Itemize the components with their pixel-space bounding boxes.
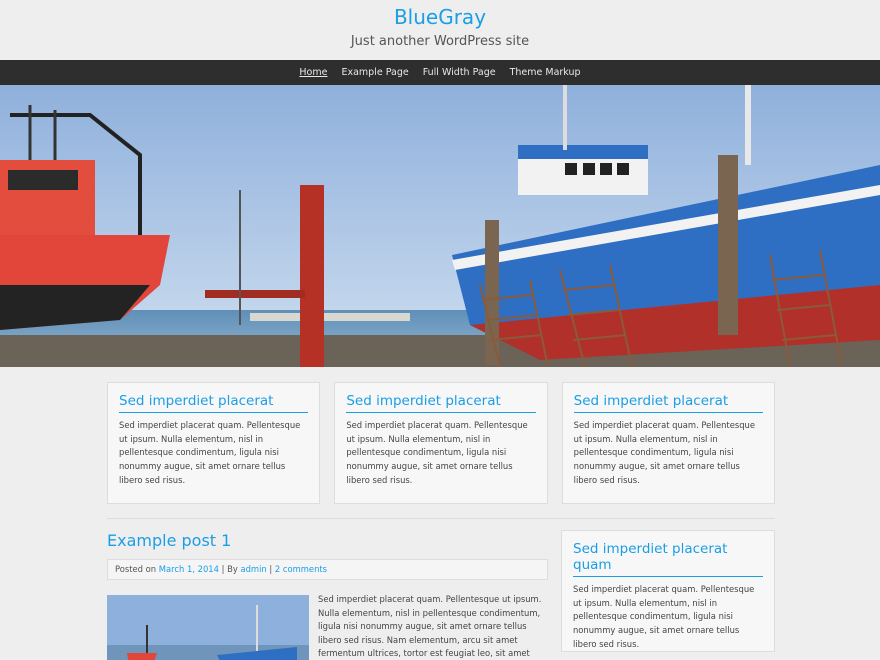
sidebar: Sed imperdiet placerat quam Sed imperdie… (561, 530, 775, 660)
content-area: Example post 1 Posted on March 1, 2014 |… (107, 519, 775, 660)
nav-item-example-page[interactable]: Example Page (341, 67, 408, 78)
widget-title: Sed imperdiet placerat (346, 393, 536, 413)
comments-link[interactable]: 2 comments (275, 564, 327, 574)
widget-card: Sed imperdiet placerat Sed imperdiet pla… (334, 382, 548, 504)
sidebar-widget-title: Sed imperdiet placerat quam (573, 541, 763, 577)
widget-title: Sed imperdiet placerat (573, 393, 763, 413)
by-label: | By (221, 564, 238, 574)
widget-text: Sed imperdiet placerat quam. Pellentesqu… (573, 420, 755, 485)
site-title[interactable]: BlueGray (0, 5, 880, 29)
site-header: BlueGray Just another WordPress site (0, 0, 880, 60)
widget-card: Sed imperdiet placerat Sed imperdiet pla… (561, 382, 775, 504)
widget-card: Sed imperdiet placerat Sed imperdiet pla… (107, 382, 321, 504)
sidebar-widget-text: Sed imperdiet placerat quam. Pellentesqu… (573, 584, 755, 649)
nav-item-theme-markup[interactable]: Theme Markup (510, 67, 581, 78)
meta-separator: | (269, 564, 273, 574)
posted-on-label: Posted on (115, 564, 157, 574)
post-date-link[interactable]: March 1, 2014 (159, 564, 219, 574)
nav-item-home[interactable]: Home (299, 67, 327, 78)
widget-text: Sed imperdiet placerat quam. Pellentesqu… (346, 420, 528, 485)
widget-row: Sed imperdiet placerat Sed imperdiet pla… (107, 382, 775, 504)
post-article: Example post 1 Posted on March 1, 2014 |… (107, 519, 548, 660)
header-image (0, 85, 880, 367)
harbor-boats-image (0, 85, 880, 367)
post-thumbnail[interactable] (107, 595, 309, 660)
author-link[interactable]: admin (240, 564, 266, 574)
sidebar-widget: Sed imperdiet placerat quam Sed imperdie… (561, 530, 775, 652)
post-meta: Posted on March 1, 2014 | By admin | 2 c… (107, 559, 548, 580)
post-thumbnail-image (107, 595, 309, 660)
post-title[interactable]: Example post 1 (107, 531, 548, 550)
main-navigation: Home Example Page Full Width Page Theme … (0, 60, 880, 85)
widget-text: Sed imperdiet placerat quam. Pellentesqu… (119, 420, 301, 485)
post-body: Sed imperdiet placerat quam. Pellentesqu… (107, 594, 548, 660)
widget-title: Sed imperdiet placerat (119, 393, 309, 413)
post-excerpt: Sed imperdiet placerat quam. Pellentesqu… (318, 594, 542, 658)
nav-item-full-width-page[interactable]: Full Width Page (423, 67, 496, 78)
site-tagline: Just another WordPress site (350, 34, 530, 49)
